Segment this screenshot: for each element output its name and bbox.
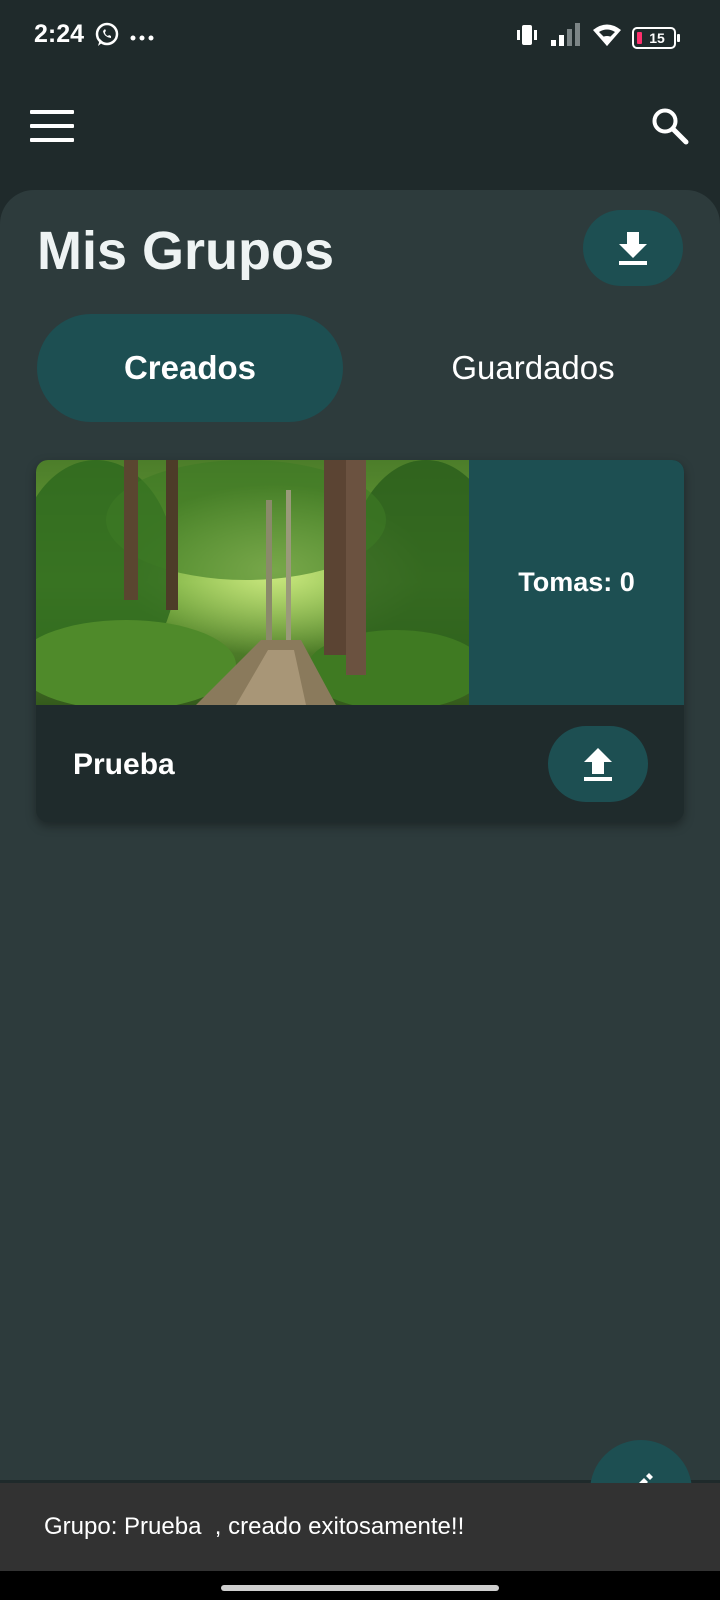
system-icons: 15	[514, 22, 680, 53]
gesture-handle[interactable]	[221, 1585, 499, 1591]
whatsapp-icon	[94, 22, 120, 53]
vibrate-icon	[514, 22, 540, 53]
main-panel: Mis Grupos Creados Guardados Tomas: 0 Pr…	[0, 190, 720, 1480]
tab-creados[interactable]: Creados	[37, 314, 343, 422]
group-name: Prueba	[73, 748, 175, 781]
app-bar	[0, 72, 720, 190]
status-bar: 2:24 15	[0, 0, 720, 72]
status-time: 2:24	[34, 20, 85, 48]
notification-icons	[94, 22, 154, 53]
download-button[interactable]	[583, 210, 683, 286]
upload-icon	[584, 748, 612, 781]
battery-level: 15	[649, 29, 665, 46]
hamburger-menu-icon[interactable]	[30, 110, 74, 142]
upload-button[interactable]	[548, 726, 648, 802]
group-stats: Tomas: 0	[469, 460, 684, 705]
wifi-icon	[592, 23, 622, 52]
forest-path-photo	[36, 460, 469, 705]
search-icon[interactable]	[650, 106, 690, 146]
tab-guardados[interactable]: Guardados	[380, 314, 686, 422]
signal-icon	[550, 22, 582, 53]
battery-icon: 15	[632, 26, 680, 49]
more-dots-icon	[130, 29, 154, 47]
group-card[interactable]: Tomas: 0 Prueba	[36, 460, 684, 822]
download-icon	[619, 232, 647, 265]
page-title: Mis Grupos	[37, 221, 335, 281]
snackbar-message: Grupo: Prueba , creado exitosamente!!	[0, 1483, 720, 1571]
